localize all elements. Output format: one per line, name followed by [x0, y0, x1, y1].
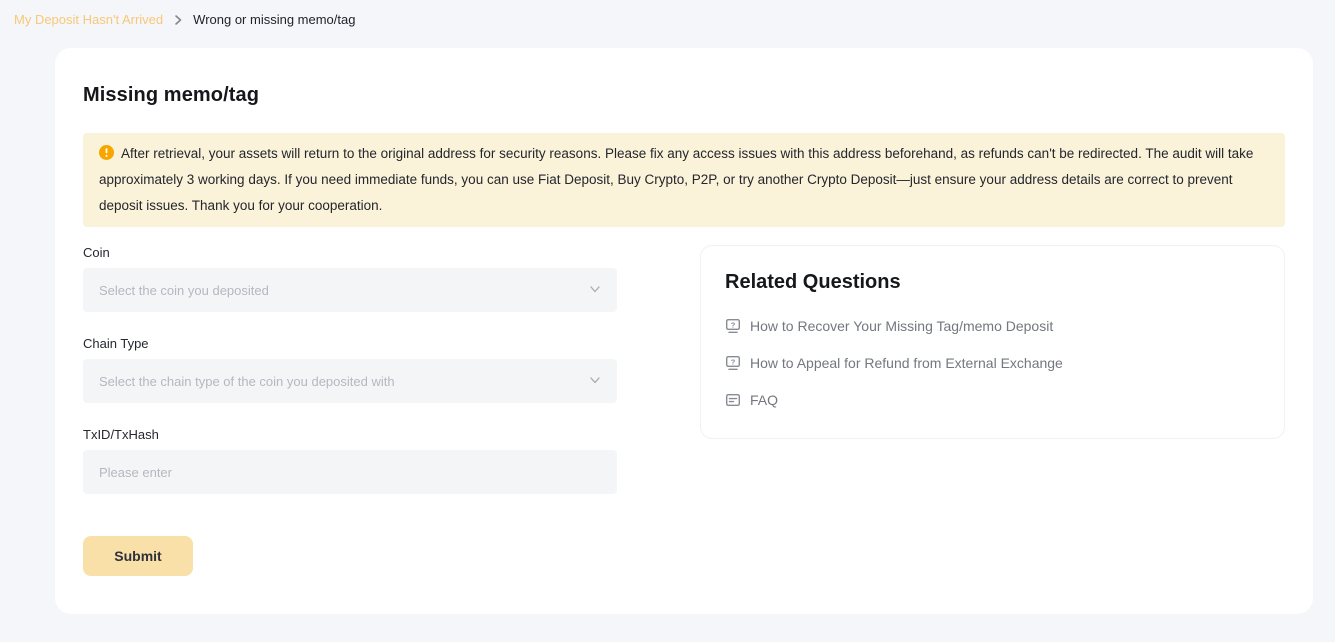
related-link-label: FAQ [750, 392, 778, 408]
breadcrumb: My Deposit Hasn't Arrived Wrong or missi… [0, 0, 1335, 27]
svg-text:?: ? [731, 321, 736, 330]
coin-select-placeholder: Select the coin you deposited [99, 283, 269, 298]
txid-input[interactable] [83, 450, 617, 494]
submit-button[interactable]: Submit [83, 536, 193, 576]
related-link-label: How to Appeal for Refund from External E… [750, 355, 1063, 371]
chain-type-select-placeholder: Select the chain type of the coin you de… [99, 374, 395, 389]
related-link-label: How to Recover Your Missing Tag/memo Dep… [750, 318, 1053, 334]
breadcrumb-current-page: Wrong or missing memo/tag [193, 12, 355, 27]
svg-text:?: ? [731, 358, 736, 367]
txid-label: TxID/TxHash [83, 427, 617, 442]
related-link-faq[interactable]: FAQ [725, 392, 1260, 408]
related-link-recover-missing-tag[interactable]: ? How to Recover Your Missing Tag/memo D… [725, 318, 1260, 334]
notice-text: After retrieval, your assets will return… [99, 146, 1253, 213]
chevron-down-icon [589, 374, 601, 389]
faq-icon [725, 392, 741, 408]
content-columns: Coin Select the coin you deposited Chain… [83, 245, 1285, 576]
article-question-icon: ? [725, 355, 741, 371]
chain-type-label: Chain Type [83, 336, 617, 351]
coin-label: Coin [83, 245, 617, 260]
chevron-down-icon [589, 283, 601, 298]
related-link-appeal-refund[interactable]: ? How to Appeal for Refund from External… [725, 355, 1260, 371]
article-question-icon: ? [725, 318, 741, 334]
breadcrumb-link-my-deposit-hasnt-arrived[interactable]: My Deposit Hasn't Arrived [14, 12, 163, 27]
coin-select[interactable]: Select the coin you deposited [83, 268, 617, 312]
page-title: Missing memo/tag [83, 84, 1285, 107]
warning-icon [99, 145, 114, 160]
notice-banner: After retrieval, your assets will return… [83, 133, 1285, 227]
chain-type-select[interactable]: Select the chain type of the coin you de… [83, 359, 617, 403]
chevron-right-icon [172, 14, 184, 26]
content-card: Missing memo/tag After retrieval, your a… [55, 48, 1313, 614]
missing-memo-form: Coin Select the coin you deposited Chain… [83, 245, 617, 576]
related-questions-title: Related Questions [725, 271, 1260, 294]
related-questions-panel: Related Questions ? How to Recover Your … [700, 245, 1285, 439]
